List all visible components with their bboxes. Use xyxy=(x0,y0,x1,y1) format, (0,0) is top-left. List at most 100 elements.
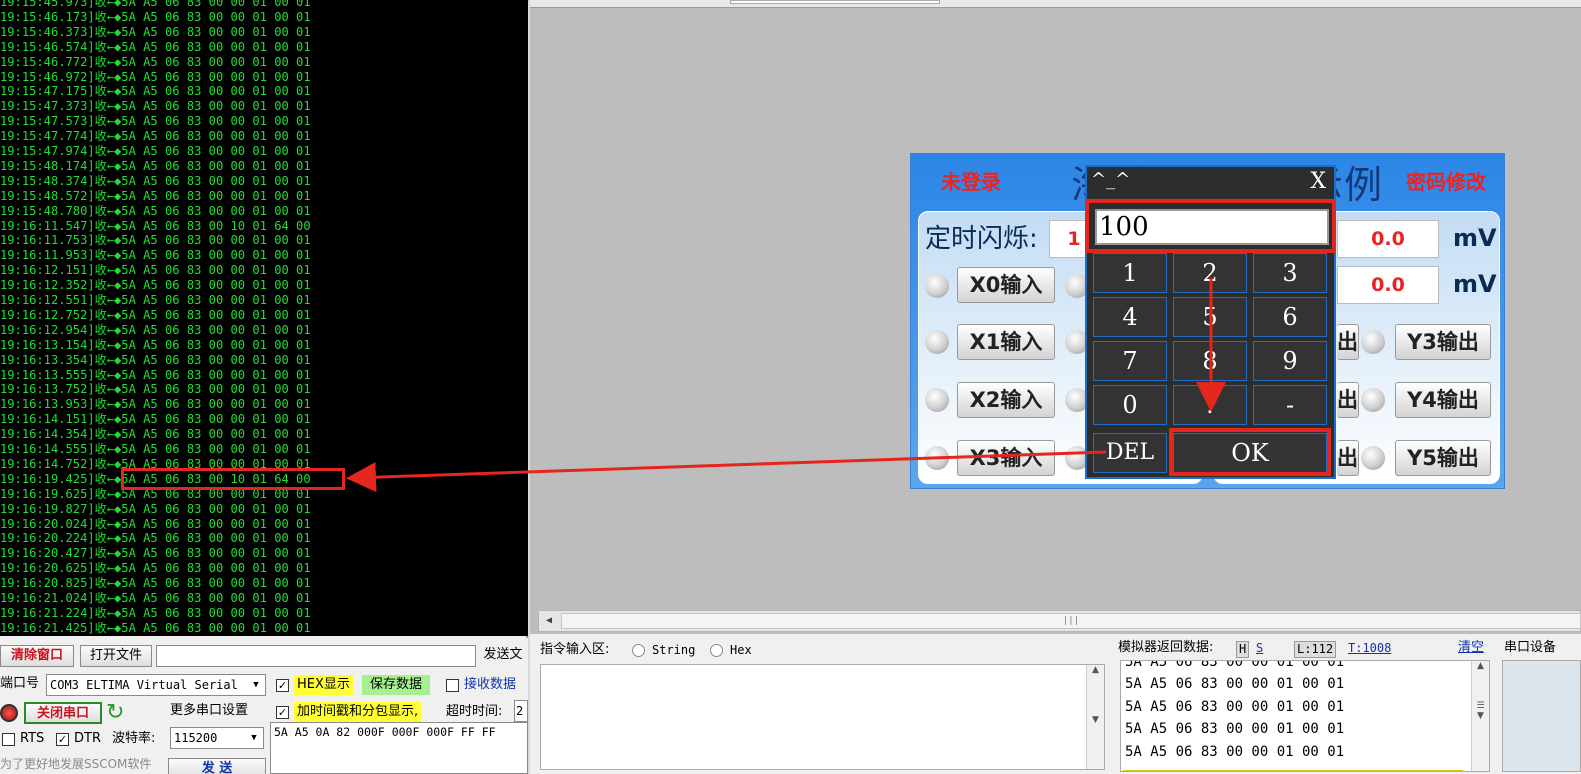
output-button-partial[interactable]: 出 xyxy=(1337,324,1359,360)
log-line: 19:16:12.954]收←◆5A A5 06 83 00 00 01 00 … xyxy=(0,322,311,337)
timestamp-checkbox[interactable]: ✓ xyxy=(276,706,289,719)
login-status[interactable]: 未登录 xyxy=(941,166,1001,195)
port-status-icon xyxy=(0,704,18,722)
keypad-title: ^_^ xyxy=(1091,169,1131,190)
log-line: 19:15:47.774]收←◆5A A5 06 83 00 00 01 00 … xyxy=(0,129,311,144)
log-line: 19:15:47.573]收←◆5A A5 06 83 00 00 01 00 … xyxy=(0,114,311,129)
log-line: 19:16:13.752]收←◆5A A5 06 83 00 00 01 00 … xyxy=(0,382,311,397)
y5-output-button[interactable]: Y5输出 xyxy=(1395,440,1491,476)
return-line[interactable]: 5A A5 06 83 00 00 01 00 01 xyxy=(1125,741,1344,763)
h-flag[interactable]: H xyxy=(1236,641,1250,658)
log-line: 19:15:48.780]收←◆5A A5 06 83 00 00 01 00 … xyxy=(0,203,311,218)
output-button-partial[interactable]: 出 xyxy=(1337,440,1359,476)
simulator-top-field[interactable] xyxy=(730,0,940,4)
baud-value: 115200 xyxy=(174,731,218,745)
log-line: 19:16:12.551]收←◆5A A5 06 83 00 00 01 00 … xyxy=(0,293,311,307)
port-select[interactable]: COM3 ELTIMA Virtual Serial ▼ xyxy=(46,674,266,696)
clear-link[interactable]: 清空 xyxy=(1458,638,1484,658)
key-8[interactable]: 8 xyxy=(1173,341,1247,381)
more-settings-link[interactable]: 更多串口设置 xyxy=(170,701,248,721)
clear-window-button[interactable]: 清除窗口 xyxy=(0,645,74,667)
send-button[interactable]: 发 送 xyxy=(168,758,266,774)
return-data-label: 模拟器返回数据: xyxy=(1118,640,1214,655)
scroll-thumb[interactable]: ||| xyxy=(561,613,1581,629)
key-6[interactable]: 6 xyxy=(1253,297,1327,337)
y4-output-button[interactable]: Y4输出 xyxy=(1395,382,1491,418)
return-scrollbar[interactable]: ▲ ☰ ▼ xyxy=(1471,661,1489,771)
key-3[interactable]: 3 xyxy=(1253,253,1327,293)
log-line: 19:16:19.827]收←◆5A A5 06 83 00 00 01 00 … xyxy=(0,501,311,516)
password-change-button[interactable]: 密码修改 xyxy=(1406,166,1486,195)
key-7[interactable]: 7 xyxy=(1093,341,1167,381)
key-del[interactable]: DEL xyxy=(1093,433,1167,473)
log-line: 19:16:11.753]收←◆5A A5 06 83 00 00 01 00 … xyxy=(0,233,311,248)
string-radio-label: String xyxy=(652,643,696,657)
command-input-area[interactable]: ▲ ▼ xyxy=(540,664,1105,770)
key-dot[interactable]: . xyxy=(1173,385,1247,425)
send-textarea[interactable]: 5A A5 0A 82 000F 000F 000F FF FF xyxy=(270,722,528,774)
y3-led-icon xyxy=(1361,330,1385,354)
send-file-button[interactable]: 发送文 xyxy=(478,645,528,667)
receive-log[interactable]: 19:15:45.973]收←◆5A A5 06 83 00 00 01 00 … xyxy=(0,0,528,636)
hex-radio[interactable] xyxy=(710,644,723,657)
return-line[interactable]: 5A A5 06 83 00 00 01 00 01 xyxy=(1125,696,1344,718)
file-path-input[interactable] xyxy=(156,645,476,667)
hex-radio-label: Hex xyxy=(730,643,752,657)
simulator-bottom-panel: 指令输入区: String Hex ▲ ▼ 模拟器返回数据: H S L:112 … xyxy=(530,634,1581,774)
log-line: 19:16:11.547]收←◆5A A5 06 83 00 10 01 64 … xyxy=(0,218,311,233)
key-1[interactable]: 1 xyxy=(1093,253,1167,293)
blink-label: 定时闪烁: xyxy=(925,224,1038,254)
key-5[interactable]: 5 xyxy=(1173,297,1247,337)
timeout-input[interactable]: 2 xyxy=(514,700,528,722)
key-minus[interactable]: - xyxy=(1253,385,1327,425)
save-data-button[interactable]: 保存数据 xyxy=(362,675,431,695)
log-line: 19:16:20.625]收←◆5A A5 06 83 00 00 01 00 … xyxy=(0,561,311,576)
log-line: 19:15:48.572]收←◆5A A5 06 83 00 00 01 00 … xyxy=(0,188,311,203)
key-4[interactable]: 4 xyxy=(1093,297,1167,337)
hex-display-checkbox[interactable]: ✓ xyxy=(276,679,289,692)
x0-input-button[interactable]: X0输入 xyxy=(957,267,1055,303)
x1-input-button[interactable]: X1输入 xyxy=(957,324,1055,360)
receive-data-checkbox[interactable] xyxy=(446,679,459,692)
port-value: COM3 ELTIMA Virtual Serial xyxy=(50,678,238,692)
keypad-close-button[interactable]: X xyxy=(1310,169,1326,194)
key-2[interactable]: 2 xyxy=(1173,253,1247,293)
log-line: 19:16:11.953]收←◆5A A5 06 83 00 00 01 00 … xyxy=(0,248,311,263)
x0-led-icon xyxy=(925,274,949,298)
log-line: 19:16:20.825]收←◆5A A5 06 83 00 00 01 00 … xyxy=(0,576,311,591)
key-0[interactable]: 0 xyxy=(1093,385,1167,425)
chevron-down-icon: ▼ xyxy=(253,680,259,690)
device-panel[interactable] xyxy=(1502,660,1581,772)
s-flag[interactable]: S xyxy=(1256,638,1263,658)
timestamp-label: 加时间戳和分包显示, xyxy=(294,702,422,722)
x2-input-button[interactable]: X2输入 xyxy=(957,382,1055,418)
log-line: 19:15:46.772]收←◆5A A5 06 83 00 00 01 00 … xyxy=(0,54,311,69)
close-port-button[interactable]: 关闭串口 xyxy=(24,702,102,724)
output-button-partial[interactable]: 出 xyxy=(1337,382,1359,418)
cmd-input-label: 指令输入区: xyxy=(540,642,610,657)
return-line[interactable]: 5A A5 06 83 00 00 01 00 01 xyxy=(1125,661,1344,673)
dtr-checkbox[interactable]: ✓ xyxy=(56,733,69,746)
log-line: 19:16:21.024]收←◆5A A5 06 83 00 00 01 00 … xyxy=(0,591,311,605)
string-radio[interactable] xyxy=(632,644,645,657)
simulator-toolbar xyxy=(530,0,1581,8)
scroll-left-icon[interactable]: ◀ xyxy=(541,613,557,629)
horizontal-scrollbar[interactable]: ◀ ||| xyxy=(538,610,1581,632)
cmd-scrollbar[interactable]: ▲ ▼ xyxy=(1086,665,1104,769)
time-readout[interactable]: T:1008 xyxy=(1348,638,1391,658)
x3-input-button[interactable]: X3输入 xyxy=(957,440,1055,476)
return-data-list[interactable]: ▲ ☰ ▼ 5A A5 06 83 00 00 01 00 01 5A A5 06 8… xyxy=(1120,660,1490,772)
simulator-area: 未登录 海丹弘网通信示例 密码修改 定时闪烁: 1 0.0 mV 0.0 mV … xyxy=(530,0,1581,634)
dtr-label: DTR xyxy=(74,731,101,746)
rts-checkbox[interactable] xyxy=(2,733,15,746)
key-9[interactable]: 9 xyxy=(1253,341,1327,381)
baud-select[interactable]: 115200 ▼ xyxy=(170,727,264,749)
x3-led-icon xyxy=(925,446,949,470)
y3-output-button[interactable]: Y3输出 xyxy=(1395,324,1491,360)
return-line[interactable]: 5A A5 06 83 00 00 01 00 01 xyxy=(1125,673,1344,695)
refresh-icon[interactable]: ↻ xyxy=(106,700,124,725)
log-line: 19:16:12.151]收←◆5A A5 06 83 00 00 01 00 … xyxy=(0,263,311,278)
open-file-button[interactable]: 打开文件 xyxy=(80,645,152,667)
return-line[interactable]: 5A A5 06 83 00 00 01 00 01 xyxy=(1125,718,1344,740)
device-label: 串口设备 xyxy=(1504,640,1557,655)
